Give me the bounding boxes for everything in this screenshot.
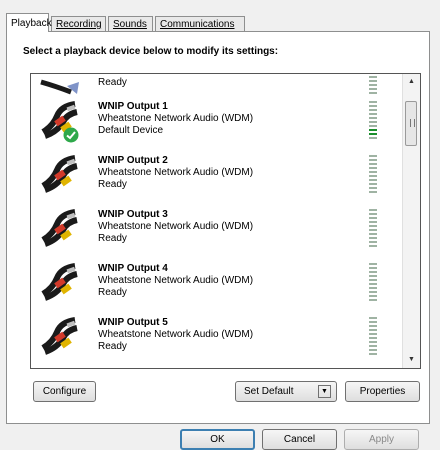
speaker-cable-icon bbox=[41, 155, 78, 193]
device-status: Default Device bbox=[98, 125, 164, 136]
tab-playback[interactable]: Playback bbox=[6, 13, 52, 32]
list-item[interactable]: WNIP Output 1 Wheatstone Network Audio (… bbox=[31, 97, 387, 145]
level-meter-icon bbox=[369, 263, 377, 301]
list-item[interactable]: WNIP Output 5 Wheatstone Network Audio (… bbox=[31, 313, 387, 361]
speaker-cable-icon bbox=[41, 317, 78, 355]
list-item[interactable]: WNIP Output 2 Wheatstone Network Audio (… bbox=[31, 151, 387, 199]
level-meter-icon bbox=[369, 317, 377, 355]
speaker-cable-icon bbox=[40, 79, 79, 95]
set-default-label: Set Default bbox=[244, 386, 294, 397]
scroll-thumb[interactable] bbox=[405, 101, 417, 146]
device-name: WNIP Output 4 bbox=[98, 263, 168, 274]
instruction-text: Select a playback device below to modify… bbox=[23, 46, 279, 57]
device-description: Wheatstone Network Audio (WDM) bbox=[98, 275, 254, 286]
tab-recording[interactable]: Recording bbox=[51, 16, 106, 31]
set-default-button[interactable]: Set Default ▼ bbox=[235, 381, 337, 402]
scroll-down-arrow-icon[interactable]: ▼ bbox=[403, 352, 420, 368]
device-status: Ready bbox=[98, 77, 127, 88]
configure-button[interactable]: Configure bbox=[33, 381, 96, 402]
green-check-icon bbox=[63, 127, 79, 143]
device-name: WNIP Output 2 bbox=[98, 155, 168, 166]
list-item[interactable]: WNIP Output 4 Wheatstone Network Audio (… bbox=[31, 259, 387, 307]
list-item[interactable]: Ready bbox=[31, 74, 387, 97]
device-name: WNIP Output 1 bbox=[98, 101, 168, 112]
device-name: WNIP Output 5 bbox=[98, 317, 168, 328]
device-description: Wheatstone Network Audio (WDM) bbox=[98, 113, 254, 124]
device-status: Ready bbox=[98, 341, 127, 352]
tab-communications[interactable]: Communications bbox=[155, 16, 245, 31]
level-meter-icon bbox=[369, 209, 377, 247]
chevron-down-icon[interactable]: ▼ bbox=[318, 385, 331, 398]
device-list[interactable]: Ready WNIP Output 1 Wheatstone Network A… bbox=[30, 73, 421, 369]
speaker-cable-icon bbox=[41, 209, 78, 247]
list-scrollbar[interactable]: ▲ ▼ bbox=[402, 74, 420, 368]
device-status: Ready bbox=[98, 179, 127, 190]
device-name: WNIP Output 3 bbox=[98, 209, 168, 220]
level-meter-icon bbox=[369, 76, 377, 94]
list-item[interactable]: WNIP Output 3 Wheatstone Network Audio (… bbox=[31, 205, 387, 253]
level-meter-icon bbox=[369, 155, 377, 193]
level-meter-icon bbox=[369, 101, 377, 139]
scroll-up-arrow-icon[interactable]: ▲ bbox=[403, 74, 420, 90]
device-status: Ready bbox=[98, 233, 127, 244]
device-description: Wheatstone Network Audio (WDM) bbox=[98, 221, 254, 232]
device-description: Wheatstone Network Audio (WDM) bbox=[98, 167, 254, 178]
device-status: Ready bbox=[98, 287, 127, 298]
speaker-cable-icon bbox=[41, 263, 78, 301]
properties-button[interactable]: Properties bbox=[345, 381, 420, 402]
tab-sounds[interactable]: Sounds bbox=[108, 16, 153, 31]
playback-panel: Select a playback device below to modify… bbox=[6, 31, 430, 424]
device-description: Wheatstone Network Audio (WDM) bbox=[98, 329, 254, 340]
